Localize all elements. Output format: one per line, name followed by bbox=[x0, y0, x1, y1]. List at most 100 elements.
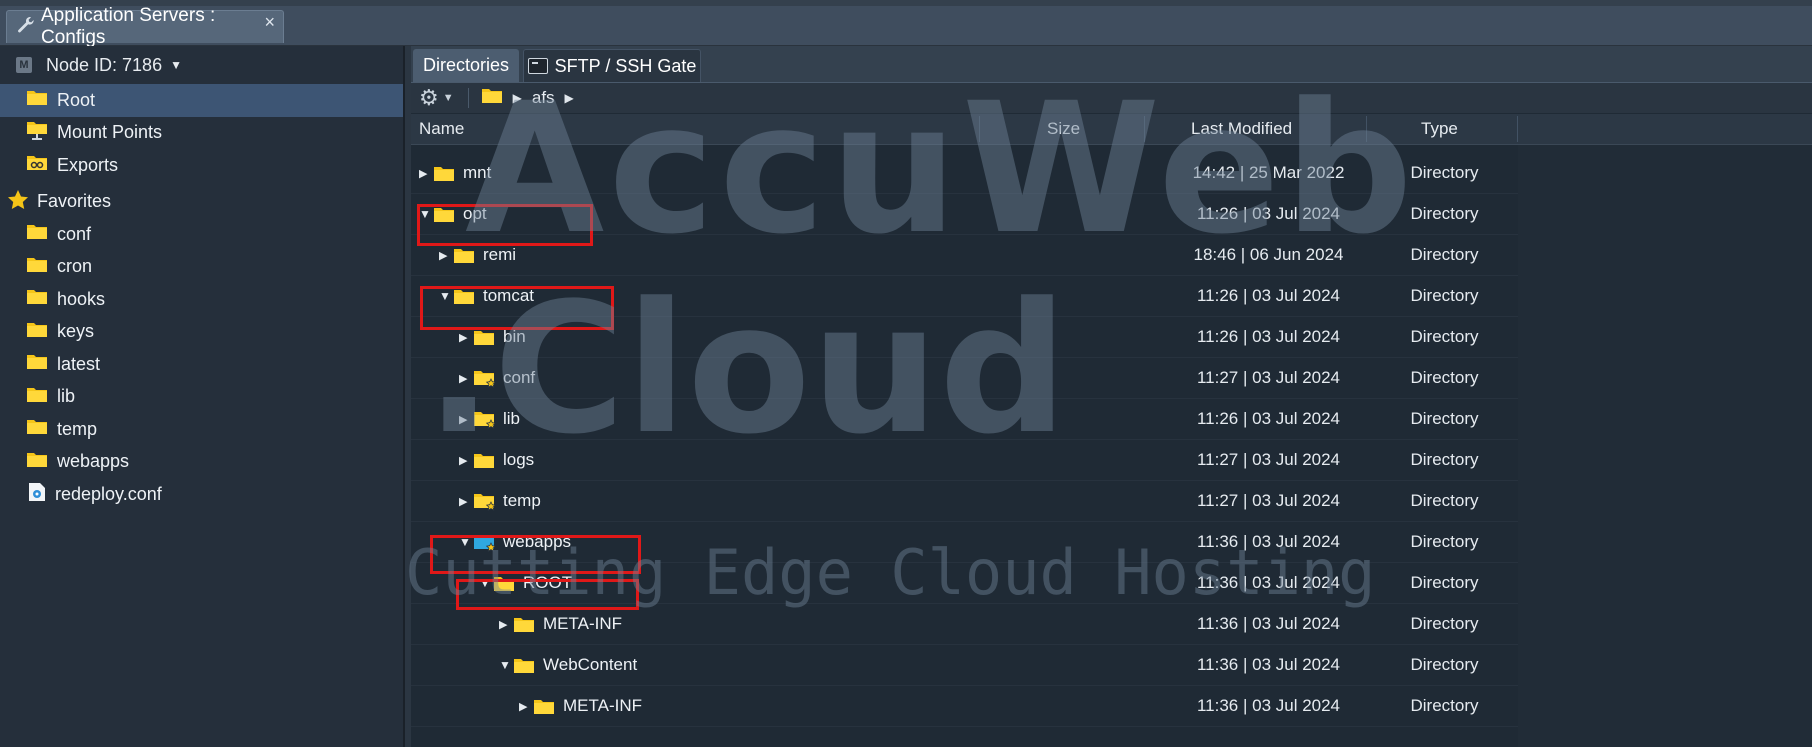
row-modified: 11:36 | 03 Jul 2024 bbox=[1196, 696, 1341, 715]
row-type: Directory bbox=[1410, 573, 1479, 592]
file-grid: ▶ mnt 14:42 | 25 Mar 2022 Directory ▼ op… bbox=[411, 145, 1518, 747]
favorite-item-conf[interactable]: conf bbox=[0, 218, 403, 251]
expand-arrow-icon[interactable]: ▶ bbox=[519, 700, 533, 713]
folder-icon[interactable] bbox=[481, 87, 503, 109]
chevron-down-icon[interactable]: ▼ bbox=[443, 92, 454, 104]
star-icon bbox=[8, 189, 28, 214]
file-name: tomcat bbox=[483, 286, 535, 305]
folder-icon bbox=[454, 248, 474, 263]
panel-tabs: Directories SFTP / SSH Gate bbox=[411, 46, 1812, 83]
collapse-arrow-icon[interactable]: ▼ bbox=[419, 207, 433, 221]
close-icon[interactable]: × bbox=[264, 12, 275, 33]
file-name: mnt bbox=[463, 163, 492, 182]
folder-icon bbox=[26, 321, 48, 343]
sidebar-item-exports[interactable]: Exports bbox=[0, 149, 403, 182]
row-type: Directory bbox=[1410, 327, 1479, 346]
grid-empty-area bbox=[1518, 145, 1812, 747]
expand-arrow-icon[interactable]: ▶ bbox=[419, 167, 433, 180]
row-modified: 11:27 | 03 Jul 2024 bbox=[1196, 450, 1341, 469]
table-row[interactable]: ▶ META-INF 11:36 | 03 Jul 2024 Directory bbox=[411, 686, 1518, 727]
table-row[interactable]: ▶ logs 11:27 | 03 Jul 2024 Directory bbox=[411, 440, 1518, 481]
table-row[interactable]: ▼ ROOT 11:36 | 03 Jul 2024 Directory bbox=[411, 563, 1518, 604]
row-modified: 11:26 | 03 Jul 2024 bbox=[1196, 327, 1341, 346]
node-selector[interactable]: M Node ID: 7186 ▼ bbox=[0, 46, 403, 84]
row-name-cell: ▶ mnt bbox=[419, 153, 491, 193]
row-name-cell: ▶ logs bbox=[459, 440, 534, 480]
folder-icon bbox=[26, 451, 48, 473]
export-folder-icon bbox=[26, 154, 48, 176]
breadcrumb-arrow-icon[interactable]: ▶ bbox=[513, 91, 522, 105]
table-row[interactable]: ▼ opt 11:26 | 03 Jul 2024 Directory bbox=[411, 194, 1518, 235]
folder-icon bbox=[474, 330, 494, 345]
collapse-arrow-icon[interactable]: ▼ bbox=[499, 658, 513, 672]
file-name: META-INF bbox=[543, 614, 623, 633]
row-type: Directory bbox=[1410, 245, 1479, 264]
expand-arrow-icon[interactable]: ▶ bbox=[459, 454, 473, 467]
table-row[interactable]: ▶ remi 18:46 | 06 Jun 2024 Directory bbox=[411, 235, 1518, 276]
expand-arrow-icon[interactable]: ▶ bbox=[439, 249, 453, 262]
row-name-cell: ▶ lib bbox=[459, 399, 520, 439]
row-modified: 14:42 | 25 Mar 2022 bbox=[1192, 163, 1345, 182]
table-row[interactable]: ▼ webapps 11:36 | 03 Jul 2024 Directory bbox=[411, 522, 1518, 563]
column-divider bbox=[1517, 116, 1518, 142]
collapse-arrow-icon[interactable]: ▼ bbox=[439, 289, 453, 303]
file-name: webapps bbox=[503, 532, 572, 551]
expand-arrow-icon[interactable]: ▶ bbox=[459, 495, 473, 508]
sidebar-favorites-header[interactable]: Favorites bbox=[0, 186, 403, 219]
favorite-item-temp[interactable]: temp bbox=[0, 413, 403, 446]
row-name-cell: ▼ tomcat bbox=[439, 276, 534, 316]
table-row[interactable]: ▶ mnt 14:42 | 25 Mar 2022 Directory bbox=[411, 153, 1518, 194]
sidebar: M Node ID: 7186 ▼ Root Mount Points Expo… bbox=[0, 46, 405, 747]
breadcrumb-afs[interactable]: afs bbox=[532, 88, 555, 108]
row-name-cell: ▼ WebContent bbox=[499, 645, 637, 685]
row-modified: 11:36 | 03 Jul 2024 bbox=[1196, 573, 1341, 592]
folder-icon bbox=[26, 89, 48, 111]
table-row[interactable]: ▶ conf 11:27 | 03 Jul 2024 Directory bbox=[411, 358, 1518, 399]
favorite-item-cron[interactable]: cron bbox=[0, 251, 403, 284]
collapse-arrow-icon[interactable]: ▼ bbox=[459, 535, 473, 549]
table-row[interactable]: ▼ tomcat 11:26 | 03 Jul 2024 Directory bbox=[411, 276, 1518, 317]
folder-icon bbox=[434, 207, 454, 222]
favorite-folder-icon bbox=[474, 493, 495, 511]
column-type[interactable]: Type bbox=[1421, 114, 1458, 144]
expand-arrow-icon[interactable]: ▶ bbox=[459, 372, 473, 385]
column-name[interactable]: Name bbox=[419, 114, 464, 144]
tab-application-servers-configs[interactable]: Application Servers : Configs × bbox=[6, 5, 284, 48]
expand-arrow-icon[interactable]: ▶ bbox=[499, 618, 513, 631]
config-file-icon bbox=[28, 482, 46, 507]
table-row[interactable]: ▶ lib 11:26 | 03 Jul 2024 Directory bbox=[411, 399, 1518, 440]
table-row[interactable]: ▶ META-INF 11:36 | 03 Jul 2024 Directory bbox=[411, 604, 1518, 645]
row-modified: 11:36 | 03 Jul 2024 bbox=[1196, 532, 1341, 551]
folder-icon bbox=[26, 256, 48, 278]
folder-icon bbox=[534, 699, 554, 714]
tab-directories[interactable]: Directories bbox=[413, 49, 519, 82]
row-name-cell: ▼ webapps bbox=[459, 522, 571, 562]
collapse-arrow-icon[interactable]: ▼ bbox=[479, 576, 493, 590]
column-last-modified[interactable]: Last Modified bbox=[1191, 114, 1292, 144]
table-row[interactable]: ▼ WebContent 11:36 | 03 Jul 2024 Directo… bbox=[411, 645, 1518, 686]
expand-arrow-icon[interactable]: ▶ bbox=[459, 331, 473, 344]
favorite-item-redeploy-conf[interactable]: redeploy.conf bbox=[0, 478, 403, 511]
favorite-item-lib[interactable]: lib bbox=[0, 381, 403, 414]
breadcrumb-arrow-icon[interactable]: ▶ bbox=[565, 91, 574, 105]
table-row[interactable]: ▶ temp 11:27 | 03 Jul 2024 Directory bbox=[411, 481, 1518, 522]
chevron-down-icon[interactable]: ▼ bbox=[170, 58, 182, 72]
expand-arrow-icon[interactable]: ▶ bbox=[459, 413, 473, 426]
tab-sftp-ssh-gate[interactable]: SFTP / SSH Gate bbox=[523, 49, 701, 82]
favorite-label: redeploy.conf bbox=[55, 483, 162, 504]
row-type: Directory bbox=[1410, 163, 1479, 182]
sidebar-item-label: Exports bbox=[57, 154, 119, 175]
gear-icon[interactable]: ⚙ bbox=[419, 85, 439, 111]
favorite-item-keys[interactable]: keys bbox=[0, 316, 403, 349]
table-row[interactable]: ▶ bin 11:26 | 03 Jul 2024 Directory bbox=[411, 317, 1518, 358]
webapps-folder-icon bbox=[474, 534, 495, 552]
row-name-cell: ▶ remi bbox=[439, 235, 516, 275]
favorite-item-latest[interactable]: latest bbox=[0, 348, 403, 381]
column-size[interactable]: Size bbox=[1047, 114, 1080, 144]
sidebar-item-root[interactable]: Root bbox=[0, 84, 403, 117]
sidebar-item-mount-points[interactable]: Mount Points bbox=[0, 117, 403, 150]
favorite-item-webapps[interactable]: webapps bbox=[0, 446, 403, 479]
row-modified: 11:26 | 03 Jul 2024 bbox=[1196, 204, 1341, 223]
file-name: WebContent bbox=[543, 655, 638, 674]
favorite-item-hooks[interactable]: hooks bbox=[0, 283, 403, 316]
